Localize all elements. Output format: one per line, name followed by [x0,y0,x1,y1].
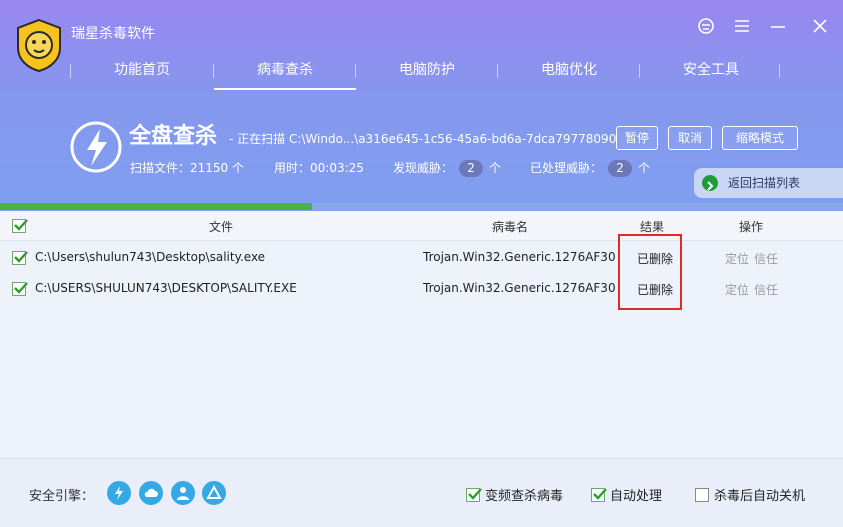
full-scan-icon [70,121,122,173]
header: 瑞星杀毒软件 功能首页 病毒查杀 电脑防护 电脑优化 安全工具 全盘查杀 - 正… [0,0,843,211]
file-path: C:\USERS\SHULUN743\DESKTOP\SALITY.EXE [35,281,297,295]
option-checkbox[interactable] [466,488,482,502]
check-icon [14,251,28,263]
minimize-icon[interactable] [766,14,790,38]
check-icon [14,282,28,294]
results-table: 文件 病毒名 结果 操作 C:\Users\shulun743\Desktop\… [0,211,843,458]
threats-found: 发现威胁： 2 个 [393,159,501,177]
scan-progress-bar [0,203,843,210]
virus-name: Trojan.Win32.Generic.1276AF30 [423,250,616,264]
tab-tools[interactable]: 安全工具 [640,56,782,90]
file-path: C:\Users\shulun743\Desktop\sality.exe [35,250,266,264]
nav-divider [779,64,780,78]
threats-found-label: 发现威胁： [393,161,454,175]
scan-progress-text: - 正在扫描 C:\Windo...\a316e645-1c56-45a6-bd… [229,132,617,146]
check-icon [468,488,482,500]
handled-count-badge: 2 [608,160,633,177]
option-checkbox[interactable] [695,488,709,502]
engine-label: 安全引擎： [29,489,95,504]
cancel-button[interactable]: 取消 [668,126,712,150]
return-scan-list-label: 返回扫描列表 [728,176,801,190]
arrow-right-icon [702,175,718,191]
rising-lion-logo [17,18,61,72]
tab-virus-scan[interactable]: 病毒查杀 [214,56,356,90]
table-header: 文件 病毒名 结果 操作 [0,211,843,241]
scanned-files: 扫描文件：21150 个 [130,161,244,175]
table-row: C:\USERS\SHULUN743\DESKTOP\SALITY.EXE Tr… [0,273,843,304]
close-icon[interactable] [808,14,832,38]
skin-icon[interactable] [694,14,718,38]
row-checkbox[interactable] [12,282,28,296]
recycle-icon[interactable] [202,481,226,505]
user-icon[interactable] [171,481,195,505]
trust-link[interactable]: 信任 [754,250,778,267]
elapsed-time: 用时：00:03:25 [274,161,364,175]
locate-link[interactable]: 定位 [725,250,749,267]
option-auto-handle[interactable]: 自动处理 [591,485,662,504]
tab-optimize[interactable]: 电脑优化 [498,56,640,90]
lightning-icon[interactable] [107,481,131,505]
main-nav: 功能首页 病毒查杀 电脑防护 电脑优化 安全工具 [70,56,780,90]
scan-progress-fill [0,203,312,210]
menu-icon[interactable] [730,14,754,38]
threats-handled-label: 已处理威胁： [530,161,603,175]
check-icon [593,488,607,500]
select-all-checkbox[interactable] [12,219,28,233]
option-label: 自动处理 [610,489,663,504]
threats-count-badge: 2 [459,160,484,177]
column-action: 操作 [739,220,764,234]
table-row: C:\Users\shulun743\Desktop\sality.exe Tr… [0,242,843,273]
app-title: 瑞星杀毒软件 [71,26,155,42]
cloud-icon[interactable] [139,481,163,505]
handled-unit: 个 [638,161,651,175]
option-auto-shutdown[interactable]: 杀毒后自动关机 [695,485,805,504]
option-variable-scan[interactable]: 变频查杀病毒 [466,485,563,504]
tab-home[interactable]: 功能首页 [71,56,213,90]
option-label: 杀毒后自动关机 [714,489,806,504]
return-scan-list-button[interactable]: 返回扫描列表 [694,168,843,198]
threats-unit: 个 [489,161,502,175]
trust-link[interactable]: 信任 [754,281,778,298]
compact-mode-button[interactable]: 缩略模式 [722,126,798,150]
threats-handled: 已处理威胁： 2 个 [530,159,650,177]
option-checkbox[interactable] [591,488,607,502]
result-highlight-box [618,234,682,310]
virus-name: Trojan.Win32.Generic.1276AF30 [423,281,616,295]
column-file: 文件 [209,220,234,234]
tab-protection[interactable]: 电脑防护 [356,56,498,90]
footer: 安全引擎： 变频查杀病毒 自动处理 杀毒后自动关机 [0,458,843,527]
row-checkbox[interactable] [12,251,28,265]
check-icon [14,219,28,231]
locate-link[interactable]: 定位 [725,281,749,298]
column-virus: 病毒名 [492,220,529,234]
option-label: 变频查杀病毒 [485,489,564,504]
scan-title: 全盘查杀 [129,124,218,149]
pause-button[interactable]: 暂停 [616,126,658,150]
column-result: 结果 [640,220,665,234]
